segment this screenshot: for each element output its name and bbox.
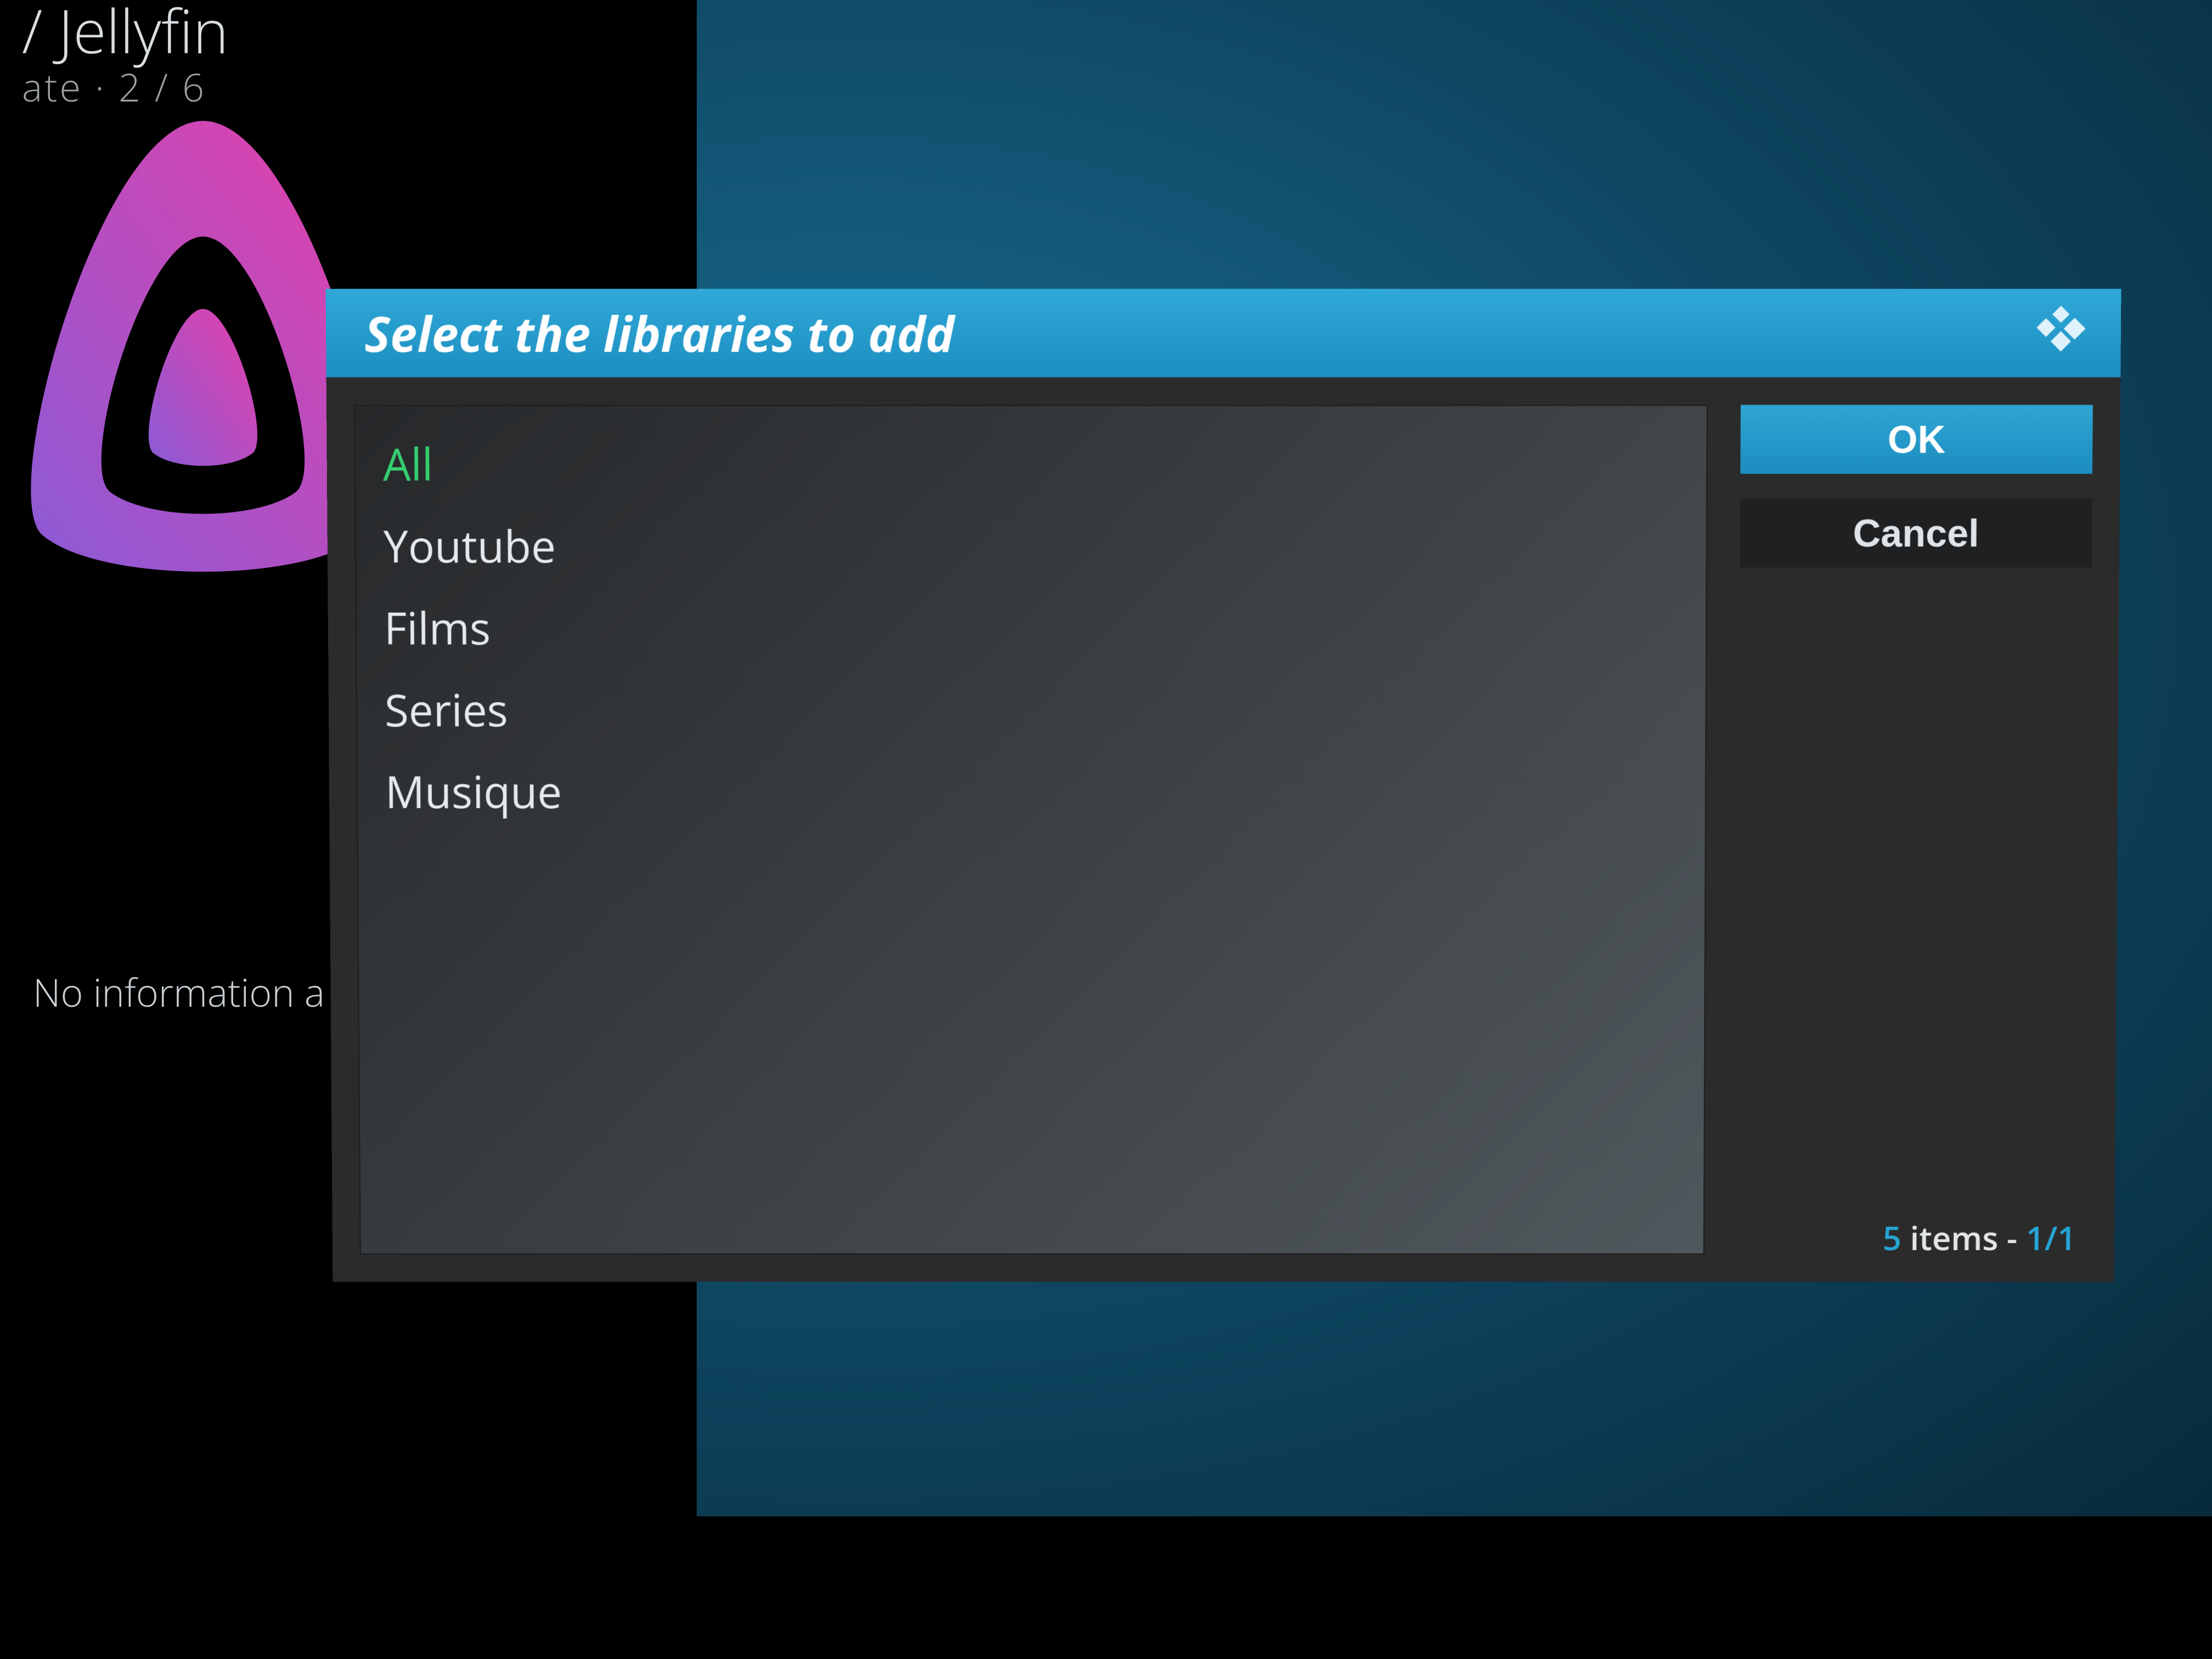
dialog-title: Select the libraries to add [364,300,955,366]
list-item-musique[interactable]: Musique [358,751,1706,832]
list-item-youtube[interactable]: Youtube [356,505,1706,587]
list-item-series[interactable]: Series [357,669,1706,751]
item-count: 5 [1883,1215,1902,1260]
list-item-all[interactable]: All [355,422,1706,505]
library-list: All Youtube Films Series Musique [354,405,1707,1255]
cancel-button[interactable]: Cancel [1740,499,2092,567]
info-text: No information a [33,966,325,1018]
page-indicator: 1/1 [2025,1215,2076,1260]
dialog-status-footer: 5 items - 1/1 [1883,1215,2076,1260]
monitor-bezel [0,1516,2212,1659]
items-word: items - [1901,1215,2026,1260]
select-libraries-dialog: Select the libraries to add All Youtube … [326,289,2121,1282]
dialog-body: All Youtube Films Series Musique OK Canc… [326,377,2121,1282]
kodi-logo-icon [2033,306,2088,361]
dialog-actions: OK Cancel [1737,405,2093,1255]
list-item-films[interactable]: Films [356,586,1706,668]
dialog-header: Select the libraries to add [326,289,2121,377]
ok-button[interactable]: OK [1740,405,2092,474]
